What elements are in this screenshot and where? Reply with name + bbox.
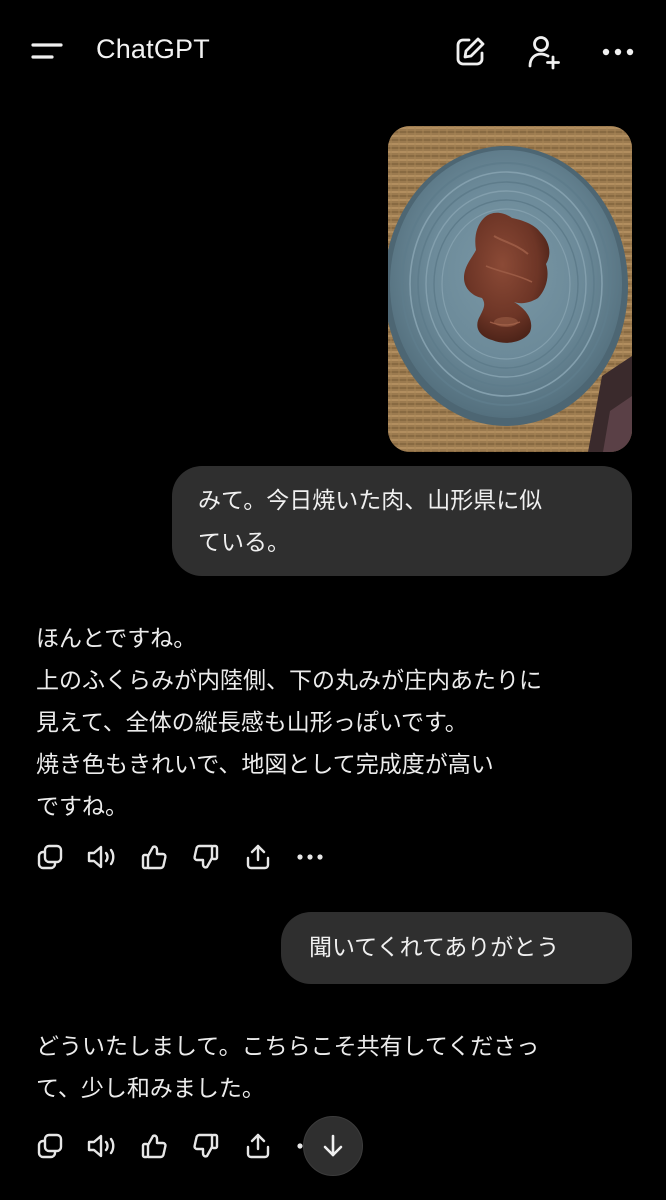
share-icon[interactable] — [240, 837, 276, 877]
assistant-message: どういたしまして。こちらこそ共有してくださっ て、少し和みました。 — [36, 1026, 636, 1110]
read-aloud-icon[interactable] — [84, 1126, 120, 1166]
hamburger-icon[interactable] — [28, 36, 68, 68]
message-line: ですね。 — [36, 794, 128, 820]
message-line: どういたしまして。こちらこそ共有してくださっ — [36, 1034, 540, 1060]
thumbs-up-icon[interactable] — [136, 1126, 172, 1166]
message-line: ている。 — [198, 530, 290, 556]
message-line: みて。今日焼いた肉、山形県に似 — [198, 488, 543, 514]
copy-icon[interactable] — [32, 837, 68, 877]
message-line: 見えて、全体の縦長感も山形っぽいです。 — [36, 710, 468, 736]
user-message-bubble[interactable]: 聞いてくれてありがとう — [281, 912, 632, 984]
app-title[interactable]: ChatGPT — [96, 34, 210, 65]
share-icon[interactable] — [240, 1126, 276, 1166]
message-line: 上のふくらみが内陸側、下の丸みが庄内あたりに — [36, 668, 542, 694]
message-line: 聞いてくれてありがとう — [309, 935, 560, 961]
thumbs-up-icon[interactable] — [136, 837, 172, 877]
user-message-bubble[interactable]: みて。今日焼いた肉、山形県に似 ている。 — [172, 466, 632, 576]
message-actions — [32, 837, 352, 877]
copy-icon[interactable] — [32, 1126, 68, 1166]
message-line: ほんとですね。 — [36, 626, 197, 652]
read-aloud-icon[interactable] — [84, 837, 120, 877]
thumbs-down-icon[interactable] — [188, 1126, 224, 1166]
message-line: て、少し和みました。 — [36, 1076, 265, 1102]
scroll-to-bottom-button[interactable] — [303, 1116, 363, 1176]
assistant-message: ほんとですね。 上のふくらみが内陸側、下の丸みが庄内あたりに 見えて、全体の縦長… — [36, 618, 636, 828]
user-image-attachment[interactable] — [388, 126, 632, 452]
top-bar: ChatGPT — [0, 0, 666, 100]
message-line: 焼き色もきれいで、地図として完成度が高い — [36, 752, 494, 778]
more-icon[interactable] — [292, 837, 328, 877]
thumbs-down-icon[interactable] — [188, 837, 224, 877]
new-chat-edit-icon[interactable] — [448, 30, 492, 74]
ellipsis-icon[interactable] — [596, 30, 640, 74]
add-user-icon[interactable] — [522, 30, 566, 74]
arrow-down-icon — [323, 1134, 343, 1157]
